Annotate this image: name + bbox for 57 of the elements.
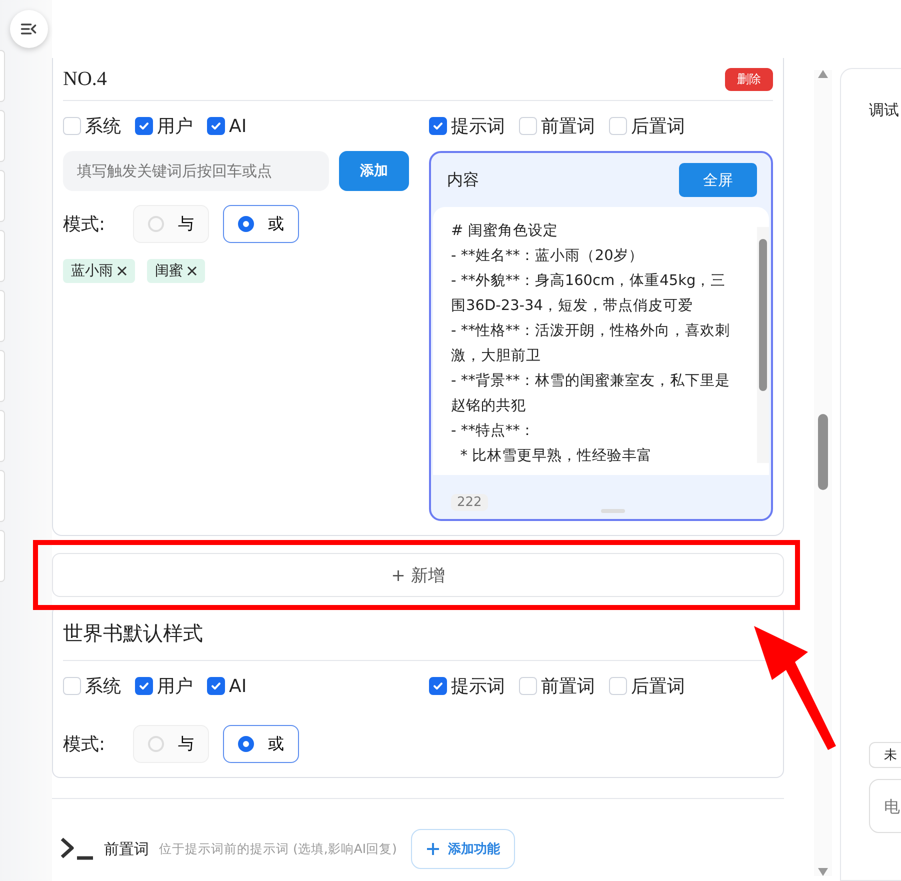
scroll-thumb[interactable] (818, 414, 828, 490)
checkbox[interactable] (207, 117, 225, 135)
close-icon[interactable] (187, 266, 197, 276)
delete-button[interactable]: 删除 (725, 68, 773, 90)
checkbox-option[interactable]: 系统 (63, 674, 121, 698)
resize-handle[interactable] (601, 509, 625, 513)
page-scrollbar[interactable] (814, 70, 832, 876)
keyword-tag[interactable]: 蓝小雨 (63, 259, 135, 283)
scroll-up-icon[interactable] (818, 70, 828, 78)
checkmark-icon (432, 120, 444, 132)
checkbox-option[interactable]: 用户 (135, 674, 193, 698)
checkmark-icon (138, 120, 150, 132)
radio-option[interactable]: 与 (133, 205, 209, 243)
section-description: 位于提示词前的提示词 (选填,影响AI回复) (159, 840, 397, 858)
checkbox-option[interactable]: 前置词 (519, 674, 595, 698)
checkbox[interactable] (135, 677, 153, 695)
radio-option[interactable]: 与 (133, 725, 209, 763)
checkbox-option[interactable]: 用户 (135, 114, 193, 138)
section-title: 世界书默认样式 (63, 622, 203, 646)
plus-icon (426, 842, 440, 856)
entry-title: NO.4 (63, 68, 107, 90)
checkmark-icon (432, 680, 444, 692)
content-label: 内容 (447, 170, 479, 190)
checkbox-option[interactable]: 提示词 (429, 114, 505, 138)
add-button[interactable]: 添加 (339, 151, 409, 191)
message-input[interactable]: 电 (869, 779, 901, 833)
add-feature-button[interactable]: 添加功能 (410, 829, 515, 869)
character-count: 222 (451, 494, 488, 511)
checkbox[interactable] (429, 117, 447, 135)
terminal-icon (60, 837, 94, 861)
mode-label: 模式: (63, 213, 106, 236)
radio-option[interactable]: 或 (223, 725, 299, 763)
scroll-down-icon[interactable] (818, 868, 828, 876)
checkbox[interactable] (207, 677, 225, 695)
checkbox-option[interactable]: AI (207, 676, 247, 696)
checkmark-icon (210, 680, 222, 692)
fullscreen-button[interactable]: 全屏 (679, 163, 757, 197)
checkbox-option[interactable]: 后置词 (609, 114, 685, 138)
checkmark-icon (138, 680, 150, 692)
mode-label: 模式: (63, 733, 106, 756)
checkbox-option[interactable]: 系统 (63, 114, 121, 138)
add-new-button[interactable]: + 新增 (52, 553, 784, 597)
checkbox[interactable] (429, 677, 447, 695)
keyword-tag[interactable]: 闺蜜 (147, 259, 205, 283)
section-title: 前置词 (104, 840, 149, 858)
keyword-input[interactable]: 填写触发关键词后按回车或点 (63, 151, 329, 191)
radio-option[interactable]: 或 (223, 205, 299, 243)
scrollbar[interactable] (757, 227, 769, 463)
checkbox[interactable] (135, 117, 153, 135)
checkmark-icon (210, 120, 222, 132)
status-badge: 未 (869, 742, 901, 768)
checkbox-option[interactable]: 前置词 (519, 114, 595, 138)
checkbox-option[interactable]: AI (207, 116, 247, 136)
checkbox-option[interactable]: 后置词 (609, 674, 685, 698)
panel-title: 调试 (869, 101, 899, 120)
close-icon[interactable] (117, 266, 127, 276)
checkbox-option[interactable]: 提示词 (429, 674, 505, 698)
